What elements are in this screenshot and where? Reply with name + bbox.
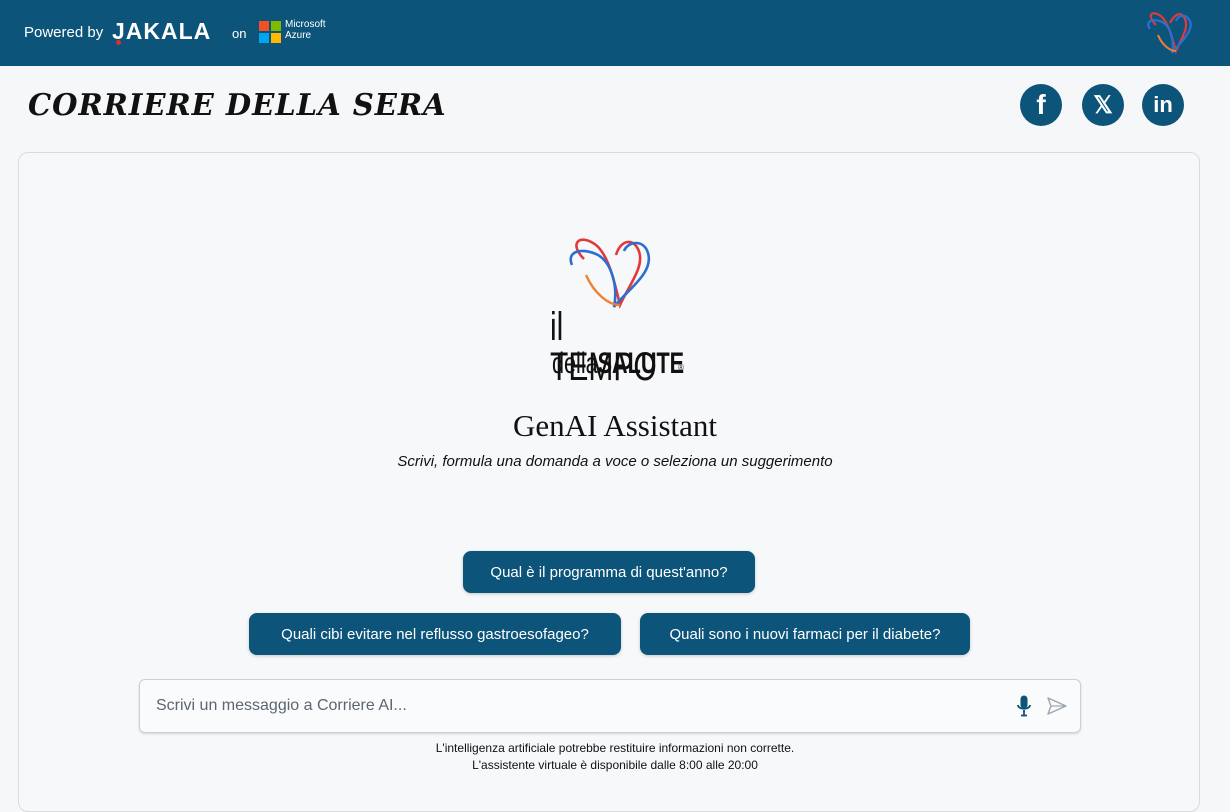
logo-line2-b: SALUTE [597, 347, 685, 380]
jakala-logo[interactable]: JAKALA [112, 18, 211, 45]
message-input[interactable] [154, 696, 998, 716]
jakala-dot-icon [116, 40, 121, 45]
ms-line1: Microsoft [285, 19, 326, 30]
corriere-logo[interactable]: CORRIERE DELLA SERA [28, 88, 447, 123]
message-box [139, 679, 1081, 733]
microsoft-logo-icon [259, 21, 281, 43]
x-icon[interactable]: 𝕏 [1082, 84, 1124, 126]
tempo-della-salute-logo: il TEMPO dellaSALUTE ® [548, 305, 698, 387]
disclaimer-line2: L'assistente virtuale è disponibile dall… [472, 758, 758, 772]
azure-label: Microsoft Azure [285, 19, 326, 41]
suggestion-button-reflusso[interactable]: Quali cibi evitare nel reflusso gastroes… [249, 613, 621, 655]
assistant-subtitle: Scrivi, formula una domanda a voce o sel… [397, 453, 833, 470]
registered-mark: ® [678, 363, 684, 372]
facebook-icon[interactable]: f [1020, 84, 1062, 126]
disclaimer: L'intelligenza artificiale potrebbe rest… [0, 740, 1230, 774]
on-label: on [232, 26, 247, 41]
suggestion-button-diabete[interactable]: Quali sono i nuovi farmaci per il diabet… [640, 613, 970, 655]
logo-line2: dellaSALUTE [552, 349, 684, 379]
top-bar: Powered by JAKALA on Microsoft Azure [0, 0, 1230, 66]
suggestion-button-programma[interactable]: Qual è il programma di quest'anno? [463, 551, 755, 593]
tempo-heart-icon [569, 238, 651, 310]
powered-by-label: Powered by [24, 24, 104, 41]
logo-line2-a: della [552, 347, 598, 380]
microphone-icon[interactable] [1017, 695, 1031, 717]
jakala-logo-text: JAKALA [112, 18, 212, 44]
send-icon[interactable] [1047, 697, 1067, 715]
heart-logo-icon[interactable] [1142, 7, 1198, 61]
assistant-title: GenAI Assistant [512, 408, 718, 443]
disclaimer-line1: L'intelligenza artificiale potrebbe rest… [435, 741, 795, 755]
linkedin-icon[interactable]: in [1142, 84, 1184, 126]
ms-line2: Azure [285, 30, 312, 41]
